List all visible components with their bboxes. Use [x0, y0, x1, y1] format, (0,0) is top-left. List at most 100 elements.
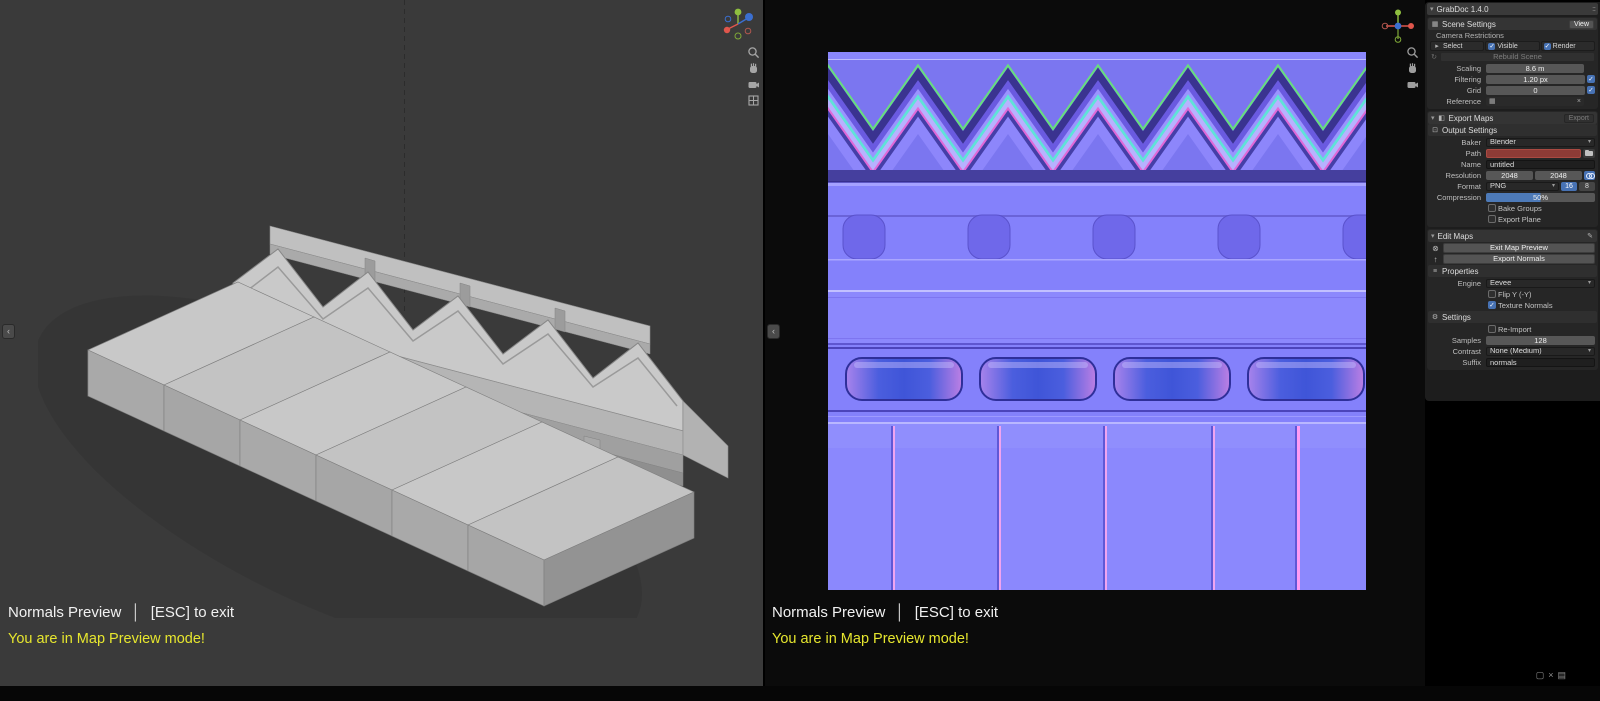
clear-icon[interactable]: ×: [1577, 98, 1581, 105]
viewport-map-preview[interactable]: ‹ Normals Preview │ [ESC] to exit You ar…: [765, 0, 1425, 686]
hud-mode-line: Normals Preview │ [ESC] to exit: [8, 604, 234, 621]
scaling-field[interactable]: 8.6 m: [1486, 63, 1584, 73]
dropdown-arrow-icon: ▾: [1551, 183, 1555, 189]
properties-header[interactable]: ≡ Properties: [1428, 265, 1597, 277]
path-row: Path: [1430, 148, 1595, 158]
status-window-icon[interactable]: ▢: [1536, 670, 1545, 681]
format-row: Format PNG ▾ 16 8: [1430, 181, 1595, 191]
reimport-row: Re-Import: [1430, 324, 1595, 334]
output-settings-label: Output Settings: [1442, 125, 1498, 135]
axis-gizmo[interactable]: [1380, 8, 1416, 44]
render-checkbox[interactable]: ✓: [1543, 42, 1551, 50]
addon-title: GrabDoc 1.4.0: [1436, 4, 1489, 14]
dropdown-arrow-icon: ▾: [1587, 280, 1591, 286]
export-icon: ↑: [1433, 254, 1438, 264]
camera-view-icon[interactable]: [1406, 78, 1419, 91]
status-close-icon[interactable]: ×: [1548, 670, 1553, 681]
axis-gizmo[interactable]: [720, 6, 756, 42]
drag-grip-icon[interactable]: :::: [1592, 6, 1596, 13]
zoom-icon[interactable]: [747, 46, 760, 59]
samples-field[interactable]: 128: [1486, 335, 1595, 345]
resolution-y-field[interactable]: 2048: [1535, 170, 1582, 180]
export-maps-header[interactable]: ▾ ◧ Export Maps Export: [1428, 112, 1597, 124]
properties-label: Properties: [1442, 266, 1479, 276]
app-root: ‹ Normals Preview │ [ESC] to exit You ar…: [0, 0, 1600, 701]
exit-map-preview-button[interactable]: Exit Map Preview: [1443, 243, 1595, 253]
zoom-icon[interactable]: [1406, 46, 1419, 59]
name-row: Name untitled: [1430, 159, 1595, 169]
compression-slider[interactable]: 50%: [1486, 192, 1595, 202]
panel-toggle-icon: ‹: [7, 326, 10, 336]
grid-field[interactable]: 0: [1486, 85, 1585, 95]
export-normals-button[interactable]: Export Normals: [1443, 254, 1595, 264]
panel-toggle-tab[interactable]: ‹: [767, 324, 780, 339]
baker-dropdown[interactable]: Blender ▾: [1486, 137, 1595, 147]
edit-maps-panel: ▾ Edit Maps ✎ ⊗ Exit Map Preview ↑ Expor…: [1427, 229, 1598, 370]
dropdown-arrow-icon: ▾: [1587, 348, 1591, 354]
export-button[interactable]: Export: [1563, 113, 1594, 123]
ortho-grid-icon[interactable]: [747, 94, 760, 107]
suffix-row: Suffix normals: [1430, 357, 1595, 367]
tool-icon[interactable]: ✎: [1586, 232, 1594, 240]
reference-field[interactable]: ▦ ×: [1486, 96, 1584, 106]
visible-checkbox[interactable]: ✓: [1488, 42, 1496, 50]
output-icon: ⊡: [1432, 127, 1438, 134]
select-label: Select: [1443, 42, 1463, 50]
restriction-visible-button[interactable]: ✓ Visible: [1485, 41, 1540, 51]
filtering-row: Filtering 1.20 px ✓: [1430, 74, 1595, 84]
restriction-select-button[interactable]: ▸ Select: [1430, 41, 1485, 51]
rebuild-scene-button[interactable]: Rebuild Scene: [1440, 52, 1595, 62]
output-settings-header[interactable]: ⊡ Output Settings: [1428, 124, 1597, 136]
camera-icon: ◧: [1438, 115, 1445, 122]
hud-separator: │: [895, 604, 905, 621]
suffix-field[interactable]: normals: [1486, 357, 1595, 367]
exit-icon: ⊗: [1432, 243, 1439, 253]
hud-mode-label: Normals Preview: [772, 604, 886, 621]
viewport-3d[interactable]: ‹ Normals Preview │ [ESC] to exit You ar…: [0, 0, 763, 686]
engine-dropdown[interactable]: Eevee ▾: [1486, 278, 1595, 288]
engine-label: Engine: [1457, 278, 1481, 288]
scene-settings-header[interactable]: ▦ Scene Settings View: [1428, 18, 1597, 30]
reimport-checkbox[interactable]: [1488, 325, 1496, 333]
resolution-row: Resolution 2048 2048: [1430, 170, 1595, 180]
status-grid-icon[interactable]: ▤: [1557, 670, 1566, 681]
contrast-value: None (Medium): [1490, 346, 1542, 355]
restriction-segmented: ▸ Select ✓ Visible ✓ Render: [1430, 41, 1595, 51]
addon-header[interactable]: ▾ GrabDoc 1.4.0 :::: [1427, 3, 1598, 15]
bit-depth-8-button[interactable]: 8: [1579, 181, 1595, 191]
edit-maps-header[interactable]: ▾ Edit Maps ✎: [1428, 230, 1597, 242]
gear-icon: ⚙: [1431, 314, 1439, 321]
path-field[interactable]: [1486, 148, 1581, 158]
scene-settings-panel: ▦ Scene Settings View Camera Restriction…: [1427, 17, 1598, 109]
filtering-checkbox[interactable]: ✓: [1587, 75, 1595, 83]
pan-hand-icon[interactable]: [1406, 62, 1419, 75]
dropdown-arrow-icon: ▾: [1587, 139, 1591, 145]
settings-header[interactable]: ⚙ Settings: [1428, 311, 1597, 323]
export-plane-checkbox[interactable]: [1488, 215, 1496, 223]
pan-hand-icon[interactable]: [747, 62, 760, 75]
view-button[interactable]: View: [1568, 19, 1594, 29]
flip-y-checkbox[interactable]: [1488, 290, 1496, 298]
exit-preview-row: ⊗ Exit Map Preview: [1430, 243, 1595, 253]
texture-normals-label: Texture Normals: [1498, 300, 1553, 310]
texture-normals-checkbox[interactable]: ✓: [1488, 301, 1496, 309]
refresh-icon: ↻: [1431, 54, 1437, 61]
folder-icon[interactable]: [1583, 148, 1595, 158]
grid-checkbox[interactable]: ✓: [1587, 86, 1595, 94]
bake-groups-checkbox[interactable]: [1488, 204, 1496, 212]
contrast-label: Contrast: [1452, 346, 1481, 356]
model-3d: [38, 225, 729, 618]
name-field[interactable]: untitled: [1486, 159, 1595, 169]
filtering-field[interactable]: 1.20 px: [1486, 74, 1585, 84]
grid-label: Grid: [1466, 85, 1481, 95]
resolution-x-field[interactable]: 2048: [1486, 170, 1533, 180]
camera-view-icon[interactable]: [747, 78, 760, 91]
contrast-dropdown[interactable]: None (Medium) ▾: [1486, 346, 1595, 356]
restriction-render-button[interactable]: ✓ Render: [1540, 41, 1595, 51]
panel-toggle-tab[interactable]: ‹: [2, 324, 15, 339]
bit-depth-16-button[interactable]: 16: [1561, 181, 1577, 191]
flip-y-label: Flip Y (-Y): [1498, 289, 1532, 299]
hud-exit-hint: [ESC] to exit: [914, 604, 999, 621]
format-dropdown[interactable]: PNG ▾: [1486, 181, 1559, 191]
link-resolution-icon[interactable]: [1584, 170, 1595, 180]
